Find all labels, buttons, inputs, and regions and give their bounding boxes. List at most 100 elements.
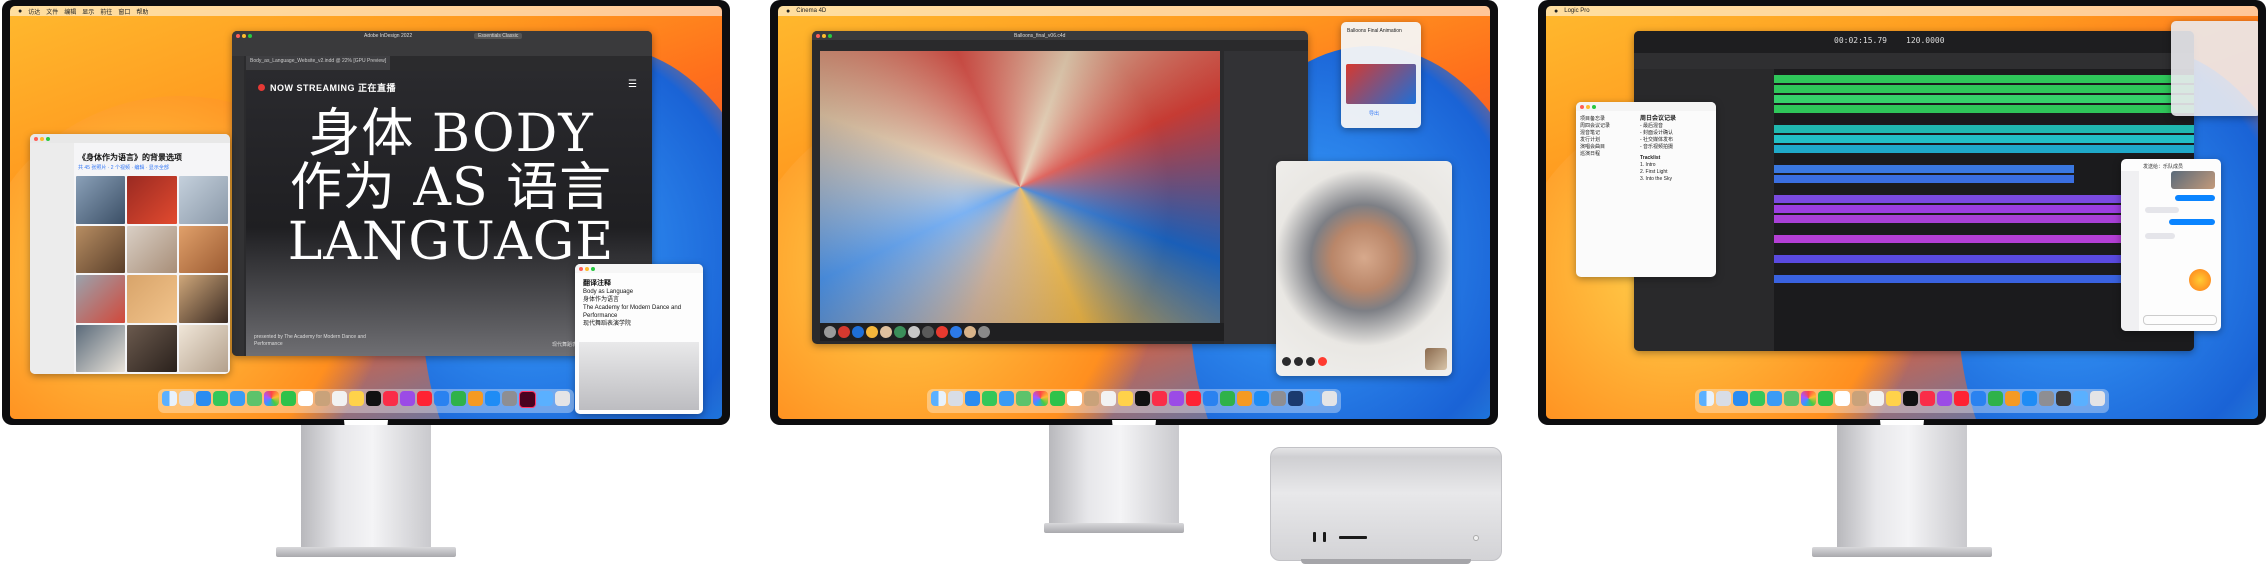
material-swatch[interactable] xyxy=(824,326,836,338)
keynote-icon[interactable] xyxy=(1971,391,1986,406)
mixer-widget[interactable] xyxy=(2171,21,2258,116)
tv-icon[interactable] xyxy=(1903,391,1918,406)
pages-icon[interactable] xyxy=(1237,391,1252,406)
indesign-icon[interactable] xyxy=(519,391,536,408)
trash-icon[interactable] xyxy=(555,391,570,406)
note-list-item[interactable]: 项目备忘录 xyxy=(1580,116,1636,123)
podcasts-icon[interactable] xyxy=(1937,391,1952,406)
keynote-icon[interactable] xyxy=(434,391,449,406)
trash-icon[interactable] xyxy=(1322,391,1337,406)
photo-thumbnail[interactable] xyxy=(76,275,126,323)
material-swatch[interactable] xyxy=(894,326,906,338)
note-body[interactable]: 翻译注释 Body as Language 身体作为语言 The Academy… xyxy=(583,280,703,328)
close-icon[interactable] xyxy=(34,136,38,141)
close-icon[interactable] xyxy=(236,33,240,38)
reminders-icon[interactable] xyxy=(1101,391,1116,406)
music-icon[interactable] xyxy=(383,391,398,406)
message-input[interactable] xyxy=(2143,315,2217,325)
facetime-icon[interactable] xyxy=(1818,391,1833,406)
safari-icon[interactable] xyxy=(196,391,211,406)
downloads-icon[interactable] xyxy=(2073,391,2088,406)
photo-thumbnail[interactable] xyxy=(76,225,126,273)
mail-icon[interactable] xyxy=(230,391,245,406)
settings-icon[interactable] xyxy=(502,391,517,406)
3d-viewport[interactable] xyxy=(820,51,1220,323)
note-editor[interactable]: 周日会议记录 - 最后混音 - 封面设计确认 - 社交媒体发布 - 音乐视频拍摄… xyxy=(1640,116,1714,183)
widget-action[interactable]: 导出 xyxy=(1369,110,1379,117)
menu-item[interactable]: 前往 xyxy=(100,7,112,16)
note-list-item[interactable]: 混音笔记 xyxy=(1580,130,1636,137)
close-icon[interactable] xyxy=(816,33,820,38)
sidebar-icon[interactable] xyxy=(1282,357,1291,366)
region[interactable] xyxy=(1774,85,2194,93)
logic-pro-icon[interactable] xyxy=(2056,391,2071,406)
photo-thumbnail[interactable] xyxy=(127,324,177,372)
music-icon[interactable] xyxy=(1152,391,1167,406)
app-store-icon[interactable] xyxy=(2022,391,2037,406)
keynote-icon[interactable] xyxy=(1203,391,1218,406)
contacts-icon[interactable] xyxy=(315,391,330,406)
news-icon[interactable] xyxy=(1954,391,1969,406)
album-subtitle[interactable]: 共 45 张照片 · 2 个视频 · 编辑 · 显示全部 xyxy=(78,164,169,171)
workspace-switcher[interactable]: Essentials Classic xyxy=(474,32,523,39)
notes-icon[interactable] xyxy=(1886,391,1901,406)
close-icon[interactable] xyxy=(1580,104,1584,109)
app-store-icon[interactable] xyxy=(1254,391,1269,406)
minimize-icon[interactable] xyxy=(585,266,589,271)
messages-icon[interactable] xyxy=(213,391,228,406)
news-icon[interactable] xyxy=(1186,391,1201,406)
calendar-icon[interactable] xyxy=(298,391,313,406)
menu-item[interactable]: 窗口 xyxy=(118,7,130,16)
material-manager[interactable] xyxy=(820,323,1224,341)
launchpad-icon[interactable] xyxy=(179,391,194,406)
region[interactable] xyxy=(1774,125,2194,133)
numbers-icon[interactable] xyxy=(1988,391,2003,406)
menu-item[interactable]: 编辑 xyxy=(64,7,76,16)
calendar-icon[interactable] xyxy=(1067,391,1082,406)
notes-window[interactable]: 翻译注释 Body as Language 身体作为语言 The Academy… xyxy=(575,264,703,414)
document-tab[interactable]: Body_as_Language_Website_v2.indd @ 22% [… xyxy=(246,56,391,70)
photo-thumbnail[interactable] xyxy=(127,225,177,273)
photos-icon[interactable] xyxy=(1801,391,1816,406)
photo-thumbnail[interactable] xyxy=(127,275,177,323)
numbers-icon[interactable] xyxy=(451,391,466,406)
notes-window[interactable]: 项目备忘录 周四会议记录 混音笔记 发行计划 演唱会曲目 巡演日程 周日会议记录… xyxy=(1576,102,1716,277)
region[interactable] xyxy=(1774,165,2074,173)
note-list-item[interactable]: 巡演日程 xyxy=(1580,151,1636,158)
podcasts-icon[interactable] xyxy=(400,391,415,406)
apple-menu-icon[interactable]: ● xyxy=(18,8,22,15)
pages-icon[interactable] xyxy=(2005,391,2020,406)
maps-icon[interactable] xyxy=(1016,391,1031,406)
facetime-window[interactable] xyxy=(1276,161,1452,376)
material-swatch[interactable] xyxy=(978,326,990,338)
apple-menu-icon[interactable]: ● xyxy=(1554,8,1558,15)
material-swatch[interactable] xyxy=(936,326,948,338)
app-store-icon[interactable] xyxy=(485,391,500,406)
material-swatch[interactable] xyxy=(922,326,934,338)
material-swatch[interactable] xyxy=(880,326,892,338)
facetime-icon[interactable] xyxy=(281,391,296,406)
reminders-icon[interactable] xyxy=(1869,391,1884,406)
photo-thumbnail[interactable] xyxy=(178,176,228,224)
finder-icon[interactable] xyxy=(162,391,177,406)
note-list-item[interactable]: 发行计划 xyxy=(1580,137,1636,144)
contacts-icon[interactable] xyxy=(1084,391,1099,406)
music-icon[interactable] xyxy=(1920,391,1935,406)
control-bar[interactable]: 00:02:15.79 120.0000 xyxy=(1634,31,2194,53)
maps-icon[interactable] xyxy=(247,391,262,406)
notes-list[interactable]: 项目备忘录 周四会议记录 混音笔记 发行计划 演唱会曲目 巡演日程 xyxy=(1580,116,1636,158)
podcasts-icon[interactable] xyxy=(1169,391,1184,406)
share-widget[interactable]: Balloons Final Animation 导出 xyxy=(1341,22,1421,128)
zoom-icon[interactable] xyxy=(1592,104,1596,109)
camera-icon[interactable] xyxy=(1306,357,1315,366)
region[interactable] xyxy=(1774,95,2194,103)
photo-thumbnail[interactable] xyxy=(178,225,228,273)
note-list-item[interactable]: 演唱会曲目 xyxy=(1580,144,1636,151)
messages-window[interactable]: 发送给：乐队成员 xyxy=(2121,159,2221,331)
minimize-icon[interactable] xyxy=(40,136,44,141)
region[interactable] xyxy=(1774,175,2074,183)
photo-thumbnail[interactable] xyxy=(127,176,177,224)
maps-icon[interactable] xyxy=(1784,391,1799,406)
downloads-icon[interactable] xyxy=(1305,391,1320,406)
photo-thumbnail[interactable] xyxy=(178,275,228,323)
